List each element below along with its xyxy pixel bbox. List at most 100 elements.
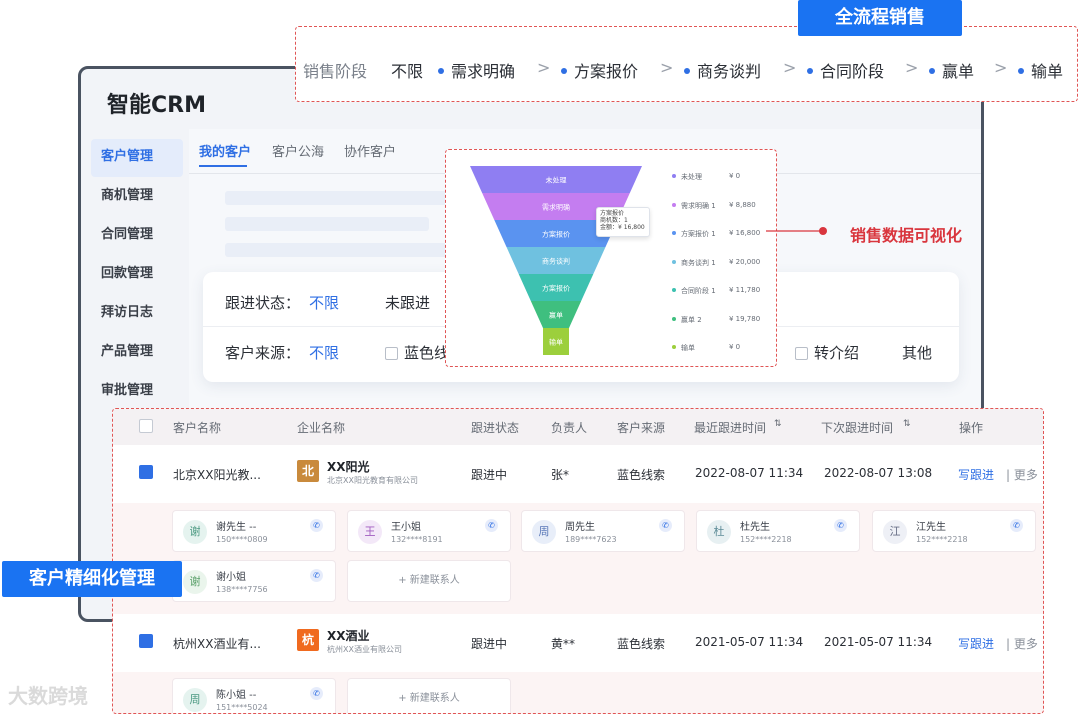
add-contact-button[interactable]: + 新建联系人	[347, 678, 511, 713]
customer-management-badge: 客户精细化管理	[2, 561, 182, 597]
tab-my-customers[interactable]: 我的客户	[199, 141, 251, 160]
legend-dot	[672, 231, 676, 235]
contact-card[interactable]: 周陈小姐 -- 151****5024 ✆	[172, 678, 336, 713]
tooltip-stage: 方案报价	[600, 210, 625, 217]
source-filter-all[interactable]: 不限	[309, 342, 339, 363]
col-actions: 操作	[959, 421, 984, 435]
contact-phone: 138****7756	[216, 585, 268, 594]
source-option-label: 蓝色线	[404, 344, 450, 362]
contact-name: 周先生	[565, 522, 595, 533]
stage-name: 方案报价	[574, 62, 639, 81]
source-filter-other[interactable]: 其他	[902, 342, 932, 363]
phone-icon[interactable]: ✆	[310, 569, 323, 582]
sidebar-item-customers[interactable]: 客户管理	[91, 139, 183, 177]
phone-icon[interactable]: ✆	[834, 519, 847, 532]
phone-icon[interactable]: ✆	[310, 687, 323, 700]
contact-card[interactable]: 周周先生 189****7623 ✆	[521, 510, 685, 552]
legend-item: 合同阶段 1	[672, 286, 716, 296]
contact-card[interactable]: 杜杜先生 152****2218 ✆	[696, 510, 860, 552]
row-checkbox[interactable]	[139, 634, 153, 648]
legend-amount: ¥ 8,880	[729, 200, 756, 209]
contact-phone: 132****8191	[391, 535, 443, 544]
source-option-label: 转介绍	[814, 344, 860, 362]
more-label: 更多	[1013, 468, 1038, 482]
source-filter-blue-lead[interactable]: 蓝色线	[385, 342, 449, 363]
add-contact-button[interactable]: + 新建联系人	[347, 560, 511, 602]
col-company-name: 企业名称	[297, 421, 346, 435]
legend-amount: ¥ 0	[729, 343, 741, 351]
more-link[interactable]: | 更多	[1006, 466, 1038, 483]
contact-card[interactable]: 谢谢先生 -- 150****0809 ✆	[172, 510, 336, 552]
customer-source: 蓝色线索	[617, 468, 666, 482]
write-follow-link[interactable]: 写跟进	[958, 635, 994, 652]
checkbox[interactable]	[795, 347, 808, 360]
sidebar-item-opportunities[interactable]: 商机管理	[91, 178, 183, 216]
contact-card[interactable]: 王王小姐 132****8191 ✆	[347, 510, 511, 552]
app-title: 智能CRM	[107, 93, 206, 118]
phone-icon[interactable]: ✆	[659, 519, 672, 532]
sidebar-item-visit-log[interactable]: 拜访日志	[91, 295, 183, 333]
stage-dot	[438, 68, 444, 74]
table-row[interactable]: 杭州XX酒业有... 杭 XX酒业 杭州XX酒业有限公司 跟进中 黄** 蓝色线…	[113, 614, 1043, 672]
legend-item: 未处理	[672, 172, 702, 182]
legend-dot	[672, 345, 676, 349]
customer-name[interactable]: 杭州XX酒业有...	[173, 635, 261, 652]
legend-dot	[672, 288, 676, 292]
status-filter-all[interactable]: 不限	[309, 292, 339, 313]
stage-negotiation[interactable]: 商务谈判	[684, 58, 761, 82]
sidebar: 客户管理 商机管理 合同管理 回款管理 拜访日志 产品管理 审批管理	[91, 139, 183, 412]
phone-icon[interactable]: ✆	[310, 519, 323, 532]
status-filter-not-followed[interactable]: 未跟进	[385, 292, 430, 313]
legend-amount: ¥ 16,800	[729, 229, 761, 237]
stage-quotation[interactable]: 方案报价	[561, 58, 638, 82]
legend-label: 需求明确 1	[681, 201, 716, 210]
stage-all[interactable]: 不限	[391, 58, 423, 82]
stage-separator: >	[537, 58, 551, 77]
more-link[interactable]: | 更多	[1006, 635, 1038, 652]
last-follow-time: 2021-05-07 11:34	[695, 635, 804, 649]
customer-name[interactable]: 北京XX阳光教...	[173, 466, 261, 483]
write-follow-link[interactable]: 写跟进	[958, 466, 994, 483]
funnel-segment-label: 方案报价	[542, 230, 570, 239]
stage-requirement[interactable]: 需求明确	[438, 58, 515, 82]
stage-contract[interactable]: 合同阶段	[807, 58, 884, 82]
more-label: 更多	[1013, 637, 1038, 651]
contact-phone: 151****5024	[216, 703, 268, 712]
sort-icon[interactable]: ⇅	[903, 419, 911, 429]
phone-icon[interactable]: ✆	[485, 519, 498, 532]
contact-phone: 189****7623	[565, 535, 617, 544]
sidebar-item-payments[interactable]: 回款管理	[91, 256, 183, 294]
tooltip-amount: 金额：¥ 16,800	[600, 224, 645, 231]
contact-card[interactable]: 谢谢小姐 138****7756 ✆	[172, 560, 336, 602]
next-follow-time: 2022-08-07 13:08	[824, 466, 933, 480]
source-filter-referral[interactable]: 转介绍	[795, 342, 859, 363]
select-all-checkbox[interactable]	[139, 419, 153, 433]
sidebar-item-contracts[interactable]: 合同管理	[91, 217, 183, 255]
sidebar-item-approvals[interactable]: 审批管理	[91, 373, 183, 411]
legend-label: 合同阶段 1	[681, 287, 716, 295]
funnel-tooltip: 方案报价 商机数：1 金额：¥ 16,800	[596, 207, 650, 237]
row-checkbox[interactable]	[139, 465, 153, 479]
checkbox[interactable]	[385, 347, 398, 360]
col-owner: 负责人	[551, 421, 588, 435]
col-next-follow[interactable]: 下次跟进时间	[821, 419, 893, 436]
table-row[interactable]: 北京XX阳光教... 北 XX阳光 北京XX阳光教育有限公司 跟进中 张* 蓝色…	[113, 445, 1043, 503]
contact-card[interactable]: 江江先生 152****2218 ✆	[872, 510, 1036, 552]
sort-icon[interactable]: ⇅	[774, 419, 782, 429]
stage-separator: >	[905, 58, 919, 77]
sidebar-item-products[interactable]: 产品管理	[91, 334, 183, 372]
last-follow-time: 2022-08-07 11:34	[695, 466, 804, 480]
phone-icon[interactable]: ✆	[1010, 519, 1023, 532]
tab-collab-customers[interactable]: 协作客户	[344, 141, 396, 160]
avatar: 周	[183, 688, 207, 712]
col-last-follow[interactable]: 最近跟进时间	[694, 419, 766, 436]
stage-lost[interactable]: 输单	[1018, 58, 1063, 82]
legend-label: 输单	[681, 344, 695, 352]
company-logo: 北	[297, 460, 319, 482]
legend-dot	[672, 174, 676, 178]
follow-status: 跟进中	[471, 637, 508, 651]
stage-won[interactable]: 赢单	[929, 58, 974, 82]
stage-name: 需求明确	[451, 62, 516, 81]
tab-customer-pool[interactable]: 客户公海	[272, 141, 324, 160]
company-full-name: 北京XX阳光教育有限公司	[327, 476, 418, 485]
